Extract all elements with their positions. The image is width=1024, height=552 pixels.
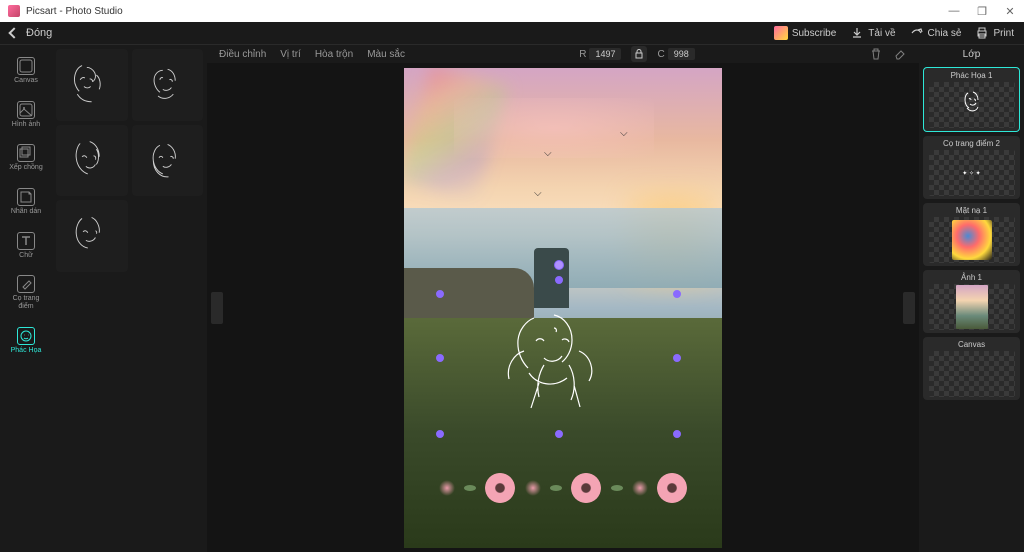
layer-thumb [929, 351, 1015, 397]
rock [534, 248, 569, 308]
flower-icon [485, 473, 515, 503]
layer-canvas[interactable]: Canvas [923, 337, 1020, 400]
tab-blend[interactable]: Hòa trộn [315, 49, 353, 60]
sketch-icon [17, 327, 35, 345]
titlebar: Picsart - Photo Studio — ❐ ✕ [0, 0, 1024, 22]
bird-icon: ⌵ [620, 128, 632, 132]
canvas-prev-button[interactable] [211, 292, 223, 324]
download-button[interactable]: Tải về [850, 26, 895, 40]
stack-icon [17, 144, 35, 162]
back-label: Đóng [26, 27, 52, 39]
canvas-toolbar: Điều chỉnh Vị trí Hòa trộn Màu sắc R 149… [207, 45, 919, 63]
window-title: Picsart - Photo Studio [26, 6, 123, 17]
rail-sketch[interactable]: Phác Họa [2, 323, 50, 359]
canvas-next-button[interactable] [903, 292, 915, 324]
rail-text[interactable]: Chữ [2, 228, 50, 264]
rail-image[interactable]: Hình ảnh [2, 97, 50, 133]
layer-image-1[interactable]: Ảnh 1 [923, 270, 1020, 333]
share-button[interactable]: Chia sẻ [910, 26, 962, 40]
layer-thumb [929, 82, 1015, 128]
lock-aspect-button[interactable] [631, 46, 647, 62]
topbar: Đóng Subscribe Tải về Chia sẻ Print [0, 22, 1024, 45]
rail-sticker[interactable]: Nhãn dán [2, 184, 50, 220]
subscribe-button[interactable]: Subscribe [774, 26, 836, 40]
leaf-icon [550, 485, 562, 491]
delete-button[interactable] [869, 47, 883, 61]
canvas-icon [17, 57, 35, 75]
minimize-button[interactable]: — [948, 5, 960, 18]
back-button[interactable]: Đóng [10, 27, 52, 39]
close-button[interactable]: ✕ [1004, 5, 1016, 18]
rail-stack[interactable]: Xếp chồng [2, 140, 50, 176]
chevron-left-icon [8, 27, 19, 38]
sketch-thumb-5[interactable] [56, 200, 128, 272]
layer-thumb [929, 217, 1015, 263]
bird-icon: ⌵ [534, 188, 546, 192]
bird-icon: ⌵ [544, 148, 556, 152]
flower-icon [571, 473, 601, 503]
subscribe-icon [774, 26, 788, 40]
leaf-icon [611, 485, 623, 491]
download-icon [850, 26, 864, 40]
sketch-overlay[interactable] [474, 303, 644, 463]
app-icon [8, 5, 20, 17]
share-icon [910, 26, 924, 40]
layers-panel: Lớp Phác Họa 1 Cọ trang điểm 2 ✦ ✧ ✦ Mặt… [919, 45, 1024, 552]
sketch-thumb-3[interactable] [56, 125, 128, 197]
tab-adjust[interactable]: Điều chỉnh [219, 49, 266, 60]
left-rail: Canvas Hình ảnh Xếp chồng Nhãn dán Chữ C… [0, 45, 52, 552]
erase-button[interactable] [893, 47, 907, 61]
makeup-icon [17, 275, 35, 293]
flower-stickers [434, 458, 692, 518]
canvas-area: Điều chỉnh Vị trí Hòa trộn Màu sắc R 149… [207, 45, 919, 552]
handle-top-right[interactable] [673, 290, 681, 298]
layer-thumb: ✦ ✧ ✦ [929, 150, 1015, 196]
sketch-thumb-2[interactable] [132, 49, 204, 121]
flower-icon [439, 480, 455, 496]
layer-thumb [929, 284, 1015, 330]
c-label: C [657, 49, 664, 60]
text-icon [17, 232, 35, 250]
tab-position[interactable]: Vị trí [280, 49, 301, 60]
canvas-viewport[interactable]: ⌵ ⌵ ⌵ [207, 63, 919, 552]
maximize-button[interactable]: ❐ [976, 5, 988, 18]
layer-sketch-1[interactable]: Phác Họa 1 [923, 67, 1020, 132]
c-value[interactable]: 998 [668, 48, 695, 60]
layer-makeup-2[interactable]: Cọ trang điểm 2 ✦ ✧ ✦ [923, 136, 1020, 199]
sticker-icon [17, 188, 35, 206]
print-button[interactable]: Print [975, 26, 1014, 40]
print-icon [975, 26, 989, 40]
layers-header: Lớp [919, 45, 1024, 63]
leaf-icon [464, 485, 476, 491]
tab-color[interactable]: Màu sắc [367, 49, 405, 60]
r-label: R [579, 49, 586, 60]
canvas-photo[interactable]: ⌵ ⌵ ⌵ [404, 68, 722, 548]
flower-icon [657, 473, 687, 503]
r-value[interactable]: 1497 [589, 48, 621, 60]
layer-mask-1[interactable]: Mặt nạ 1 [923, 203, 1020, 266]
rail-makeup[interactable]: Cọ trang điểm [2, 271, 50, 314]
image-icon [17, 101, 35, 119]
sketch-panel [52, 45, 207, 552]
sketch-thumb-1[interactable] [56, 49, 128, 121]
sketch-thumb-4[interactable] [132, 125, 204, 197]
flower-icon [632, 480, 648, 496]
flower-icon [525, 480, 541, 496]
rail-canvas[interactable]: Canvas [2, 53, 50, 89]
